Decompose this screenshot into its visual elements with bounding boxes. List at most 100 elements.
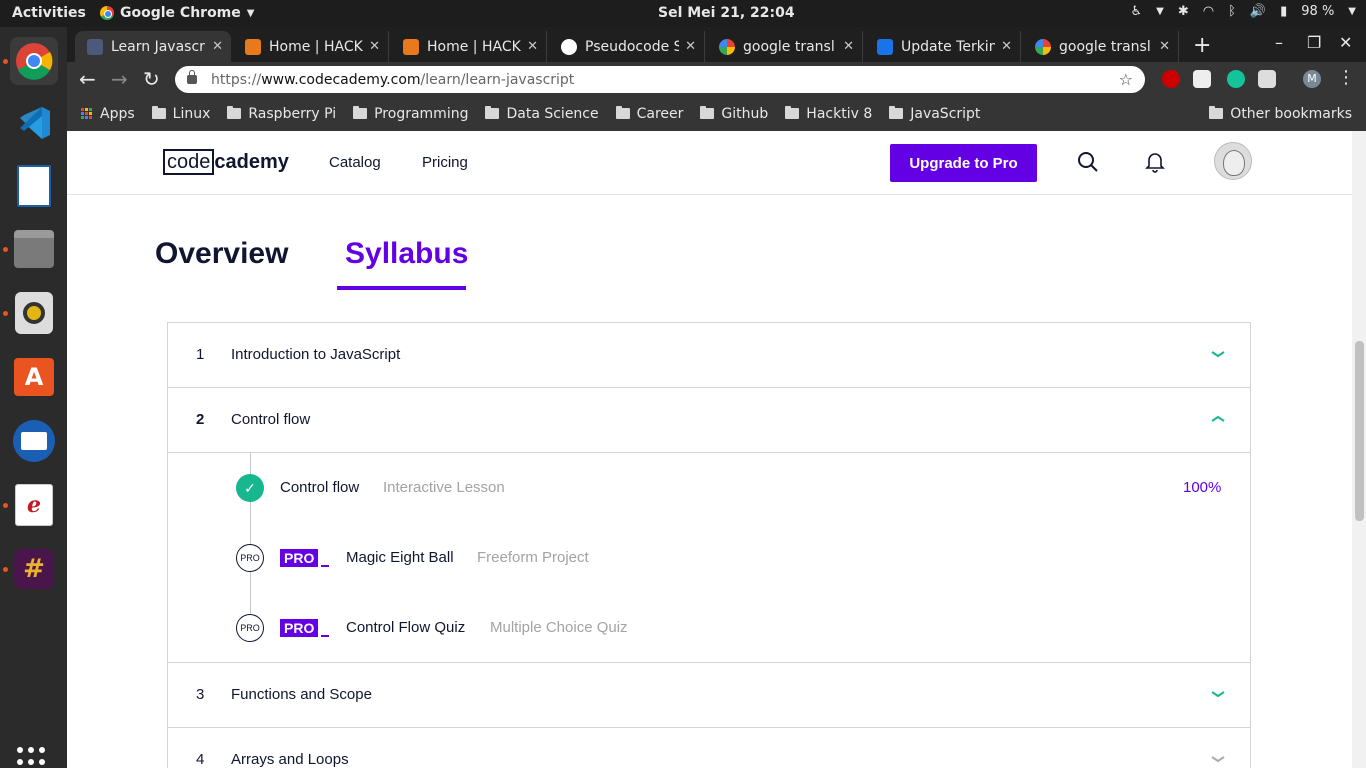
- address-bar[interactable]: https:// www.codecademy.com /learn/learn…: [175, 66, 1145, 93]
- show-applications-icon[interactable]: [17, 747, 49, 768]
- battery-icon: ▮: [1280, 4, 1288, 19]
- writer-launcher[interactable]: [10, 162, 58, 210]
- clock[interactable]: Sel Mei 21, 22:04: [658, 5, 795, 21]
- slack-launcher[interactable]: #: [10, 545, 58, 593]
- tab-overview[interactable]: Overview: [155, 237, 288, 271]
- browser-tab[interactable]: Update Terkin ✕: [865, 31, 1021, 62]
- other-bookmarks[interactable]: Other bookmarks: [1209, 106, 1352, 122]
- lesson-row[interactable]: ✓ Control flow Interactive Lesson 100%: [168, 473, 1252, 503]
- battery-level: 98 %: [1301, 4, 1335, 19]
- browser-tab[interactable]: Home | HACK ✕: [391, 31, 547, 62]
- lesson-name: Magic Eight Ball: [346, 549, 454, 566]
- pro-badge: PRO: [280, 619, 330, 637]
- software-center-launcher[interactable]: A: [10, 353, 58, 401]
- google-favicon: [719, 38, 735, 55]
- pdf-icon: ℯ: [15, 484, 53, 526]
- close-tab-icon[interactable]: ✕: [1001, 39, 1012, 54]
- chevron-down-icon[interactable]: [1210, 689, 1226, 699]
- bookmark-folder[interactable]: Github: [700, 106, 768, 122]
- bookmark-apps[interactable]: Apps: [81, 106, 135, 122]
- document-icon: [17, 165, 51, 207]
- bookmark-folder[interactable]: Programming: [353, 106, 468, 122]
- speaker-icon: [15, 292, 53, 334]
- chevron-down-icon[interactable]: [1210, 349, 1226, 359]
- user-avatar[interactable]: [1214, 142, 1252, 180]
- app-menu[interactable]: Google Chrome ▼: [100, 5, 254, 21]
- caret-down-icon: ▼: [1156, 6, 1164, 17]
- thunderbird-launcher[interactable]: [10, 417, 58, 465]
- reload-button[interactable]: ↻: [143, 67, 160, 91]
- app-menu-label: Google Chrome: [120, 5, 241, 21]
- chevron-down-icon[interactable]: [1210, 754, 1226, 764]
- chrome-launcher[interactable]: [10, 37, 58, 85]
- chevron-up-icon[interactable]: [1210, 414, 1226, 424]
- adblock-extension-icon[interactable]: [1162, 70, 1180, 88]
- tab-syllabus[interactable]: Syllabus: [345, 237, 468, 271]
- forward-button[interactable]: →: [111, 67, 128, 91]
- back-button[interactable]: ←: [79, 67, 96, 91]
- system-tray[interactable]: ♿ ▼ ✱ ◠ ᛒ 🔊 ▮ 98 % ▼: [1131, 4, 1357, 19]
- avatar-face: [1223, 150, 1245, 176]
- close-tab-icon[interactable]: ✕: [369, 39, 380, 54]
- bookmark-folder[interactable]: Hacktiv 8: [785, 106, 872, 122]
- browser-tab[interactable]: google transl ✕: [707, 31, 863, 62]
- search-icon[interactable]: [1077, 151, 1099, 173]
- upgrade-to-pro-button[interactable]: Upgrade to Pro: [890, 144, 1037, 182]
- tab-title: google transl: [1059, 38, 1151, 55]
- grammarly-extension-icon[interactable]: [1227, 70, 1245, 88]
- bookmark-folder[interactable]: Career: [615, 105, 684, 122]
- new-tab-button[interactable]: +: [1193, 33, 1211, 58]
- browser-tab[interactable]: Pseudocode S ✕: [549, 31, 705, 62]
- close-tab-icon[interactable]: ✕: [527, 39, 538, 54]
- bookmark-folder[interactable]: Linux: [151, 106, 210, 122]
- maximize-button[interactable]: ❐: [1307, 33, 1321, 52]
- chat-extension-icon[interactable]: [1258, 70, 1276, 88]
- pro-badge: PRO: [280, 549, 330, 567]
- caret-down-icon: ▼: [1348, 6, 1356, 17]
- bookmark-folder[interactable]: Raspberry Pi: [227, 106, 336, 122]
- module-row[interactable]: 3 Functions and Scope: [168, 663, 1250, 728]
- chrome-menu-icon[interactable]: ⋮: [1337, 67, 1355, 88]
- running-indicator: [3, 311, 8, 316]
- vscode-launcher[interactable]: [10, 99, 58, 147]
- browser-tab[interactable]: google transl ✕: [1023, 31, 1179, 62]
- bell-icon[interactable]: [1145, 151, 1165, 173]
- browser-tab[interactable]: Learn Javascri ✕: [75, 31, 231, 62]
- lesson-row[interactable]: PRO PRO Control Flow Quiz Multiple Choic…: [168, 613, 1252, 643]
- profile-avatar[interactable]: M: [1303, 70, 1321, 88]
- accessibility-icon[interactable]: ♿: [1131, 4, 1143, 19]
- site-header: code cademy Catalog Pricing Upgrade to Pr…: [67, 131, 1352, 195]
- folder-icon: [1209, 106, 1224, 119]
- nav-pricing[interactable]: Pricing: [422, 154, 468, 171]
- codecademy-logo[interactable]: code cademy: [163, 149, 289, 175]
- rhythmbox-launcher[interactable]: [10, 289, 58, 337]
- browser-tab[interactable]: Home | HACK ✕: [233, 31, 389, 62]
- active-tab-indicator: [337, 286, 466, 290]
- logo-boxed-text: code: [163, 149, 215, 175]
- bookmark-folder[interactable]: Data Science: [485, 106, 599, 122]
- lesson-row[interactable]: PRO PRO Magic Eight Ball Freeform Projec…: [168, 543, 1252, 573]
- close-tab-icon[interactable]: ✕: [212, 39, 223, 54]
- pdf-reader-launcher[interactable]: ℯ: [10, 481, 58, 529]
- slack-tray-icon[interactable]: ✱: [1178, 4, 1189, 19]
- close-tab-icon[interactable]: ✕: [685, 39, 696, 54]
- lesson-name: Control Flow Quiz: [346, 619, 466, 636]
- scrollbar-thumb[interactable]: [1355, 341, 1364, 521]
- minimize-button[interactable]: –: [1275, 33, 1283, 52]
- nav-catalog[interactable]: Catalog: [329, 154, 381, 171]
- qr-extension-icon[interactable]: [1193, 70, 1211, 88]
- tab-title: Learn Javascri: [111, 38, 207, 55]
- module-row[interactable]: 1 Introduction to JavaScript: [168, 323, 1250, 388]
- folder-icon: [151, 106, 166, 119]
- files-launcher[interactable]: [10, 225, 58, 273]
- module-row[interactable]: 4 Arrays and Loops: [168, 728, 1250, 768]
- activities-button[interactable]: Activities: [12, 5, 86, 21]
- bookmark-folder[interactable]: JavaScript: [889, 106, 980, 122]
- bookmark-label: Career: [636, 105, 684, 122]
- close-window-button[interactable]: ✕: [1339, 33, 1352, 52]
- bookmark-star-icon[interactable]: ☆: [1119, 70, 1133, 89]
- page-scrollbar[interactable]: [1352, 131, 1366, 768]
- module-row[interactable]: 2 Control flow: [168, 388, 1250, 453]
- close-tab-icon[interactable]: ✕: [843, 39, 854, 54]
- close-tab-icon[interactable]: ✕: [1159, 39, 1170, 54]
